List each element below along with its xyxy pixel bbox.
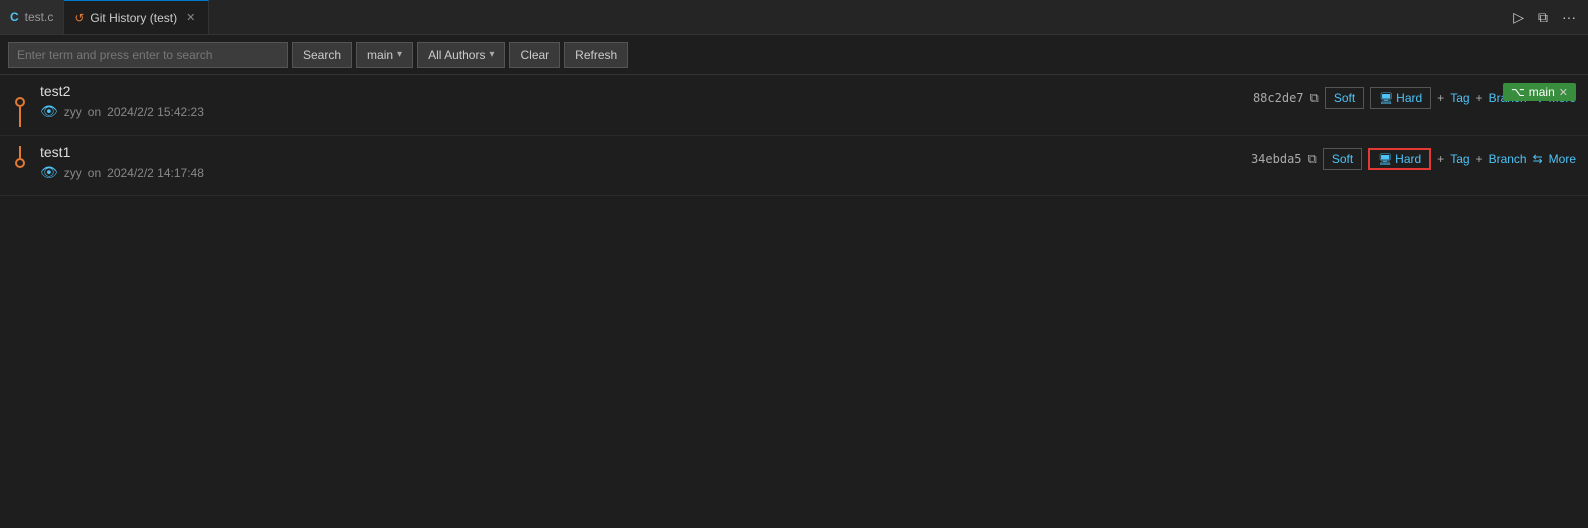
- table-row: test2 👁 zyy on 2024/2/2 15:42:23 88c2de7…: [0, 75, 1588, 136]
- add-tag-link[interactable]: Tag: [1450, 152, 1469, 166]
- git-history-icon: ↺: [74, 11, 84, 25]
- commit-hash: 88c2de7: [1253, 91, 1304, 105]
- eye-icon: 👁: [40, 164, 58, 181]
- tag-plus: +: [1437, 91, 1444, 105]
- tab-bar-actions: ▷ ⧉ ···: [1509, 7, 1588, 28]
- hard-reset-button[interactable]: 🖥 Hard: [1370, 87, 1431, 109]
- branch-name: main: [1529, 85, 1555, 99]
- hard-icon: 🖥: [1378, 153, 1392, 166]
- git-node: [15, 158, 25, 168]
- soft-label: Soft: [1334, 91, 1355, 105]
- copy-hash-icon[interactable]: ⧉: [1308, 151, 1317, 167]
- tab-bar: C test.c ↺ Git History (test) ✕ ▷ ⧉ ···: [0, 0, 1588, 35]
- tab-git-history[interactable]: ↺ Git History (test) ✕: [64, 0, 209, 34]
- commit-author: zyy: [64, 166, 82, 180]
- tab-label: test.c: [25, 10, 54, 24]
- copy-hash-icon[interactable]: ⧉: [1310, 90, 1319, 106]
- soft-label: Soft: [1332, 152, 1353, 166]
- commit-meta: 👁 zyy on 2024/2/2 14:17:48: [40, 164, 1251, 181]
- git-graph-col: [8, 144, 32, 168]
- tab-label: Git History (test): [90, 11, 177, 25]
- commit-hash: 34ebda5: [1251, 152, 1302, 166]
- commit-date: 2024/2/2 14:17:48: [107, 166, 204, 180]
- eye-icon: 👁: [40, 103, 58, 120]
- commit-list: test2 👁 zyy on 2024/2/2 15:42:23 88c2de7…: [0, 75, 1588, 528]
- table-row: test1 👁 zyy on 2024/2/2 14:17:48 34ebda5…: [0, 136, 1588, 196]
- branch-dropdown-button[interactable]: main ▾: [356, 42, 413, 68]
- refresh-button[interactable]: Refresh: [564, 42, 628, 68]
- commit-date: 2024/2/2 15:42:23: [107, 105, 204, 119]
- git-graph-col: [8, 83, 32, 127]
- content-area: Search main ▾ All Authors ▾ Clear Refres…: [0, 35, 1588, 528]
- more-actions-button[interactable]: ···: [1558, 7, 1580, 27]
- git-node: [15, 97, 25, 107]
- authors-dropdown-button[interactable]: All Authors ▾: [417, 42, 505, 68]
- soft-reset-button[interactable]: Soft: [1325, 87, 1364, 109]
- add-tag-link[interactable]: Tag: [1450, 91, 1469, 105]
- hard-icon: 🖥: [1379, 92, 1393, 105]
- branch-dropdown-arrow: ▾: [397, 49, 402, 60]
- hard-label: Hard: [1396, 91, 1422, 105]
- branch-plus: +: [1476, 91, 1483, 105]
- more-link[interactable]: More: [1549, 152, 1576, 166]
- authors-dropdown-arrow: ▾: [489, 49, 494, 60]
- split-editor-button[interactable]: ⧉: [1534, 7, 1552, 28]
- toolbar: Search main ▾ All Authors ▾ Clear Refres…: [0, 35, 1588, 75]
- commit-on: on: [88, 105, 101, 119]
- hard-label: Hard: [1395, 152, 1421, 166]
- search-input[interactable]: [8, 42, 288, 68]
- commit-content: test2 👁 zyy on 2024/2/2 15:42:23: [32, 83, 1253, 120]
- commit-actions: 34ebda5 ⧉ Soft 🖥 Hard + Tag + Branch ⇆ M…: [1251, 144, 1588, 170]
- branch-icon: ⌥: [1511, 85, 1525, 99]
- commit-author: zyy: [64, 105, 82, 119]
- branch-plus: +: [1476, 152, 1483, 166]
- c-file-icon: C: [10, 10, 19, 24]
- clear-button[interactable]: Clear: [509, 42, 560, 68]
- tab-close-button[interactable]: ✕: [183, 10, 198, 25]
- git-line-bottom: [19, 107, 21, 127]
- hard-reset-button-highlighted[interactable]: 🖥 Hard: [1368, 148, 1431, 170]
- branch-badge: ⌥ main ✕: [1503, 83, 1576, 101]
- add-branch-link[interactable]: Branch: [1489, 152, 1527, 166]
- tab-test-c[interactable]: C test.c: [0, 0, 64, 34]
- branch-badge-close-button[interactable]: ✕: [1559, 86, 1568, 99]
- run-button[interactable]: ▷: [1509, 7, 1528, 28]
- commit-content: test1 👁 zyy on 2024/2/2 14:17:48: [32, 144, 1251, 181]
- git-compare-icon: ⇆: [1533, 152, 1543, 166]
- commit-title: test1: [40, 144, 1251, 160]
- git-line-top: [19, 146, 21, 158]
- soft-reset-button[interactable]: Soft: [1323, 148, 1362, 170]
- tag-plus: +: [1437, 152, 1444, 166]
- search-button[interactable]: Search: [292, 42, 352, 68]
- commit-on: on: [88, 166, 101, 180]
- commit-title: test2: [40, 83, 1253, 99]
- commit-meta: 👁 zyy on 2024/2/2 15:42:23: [40, 103, 1253, 120]
